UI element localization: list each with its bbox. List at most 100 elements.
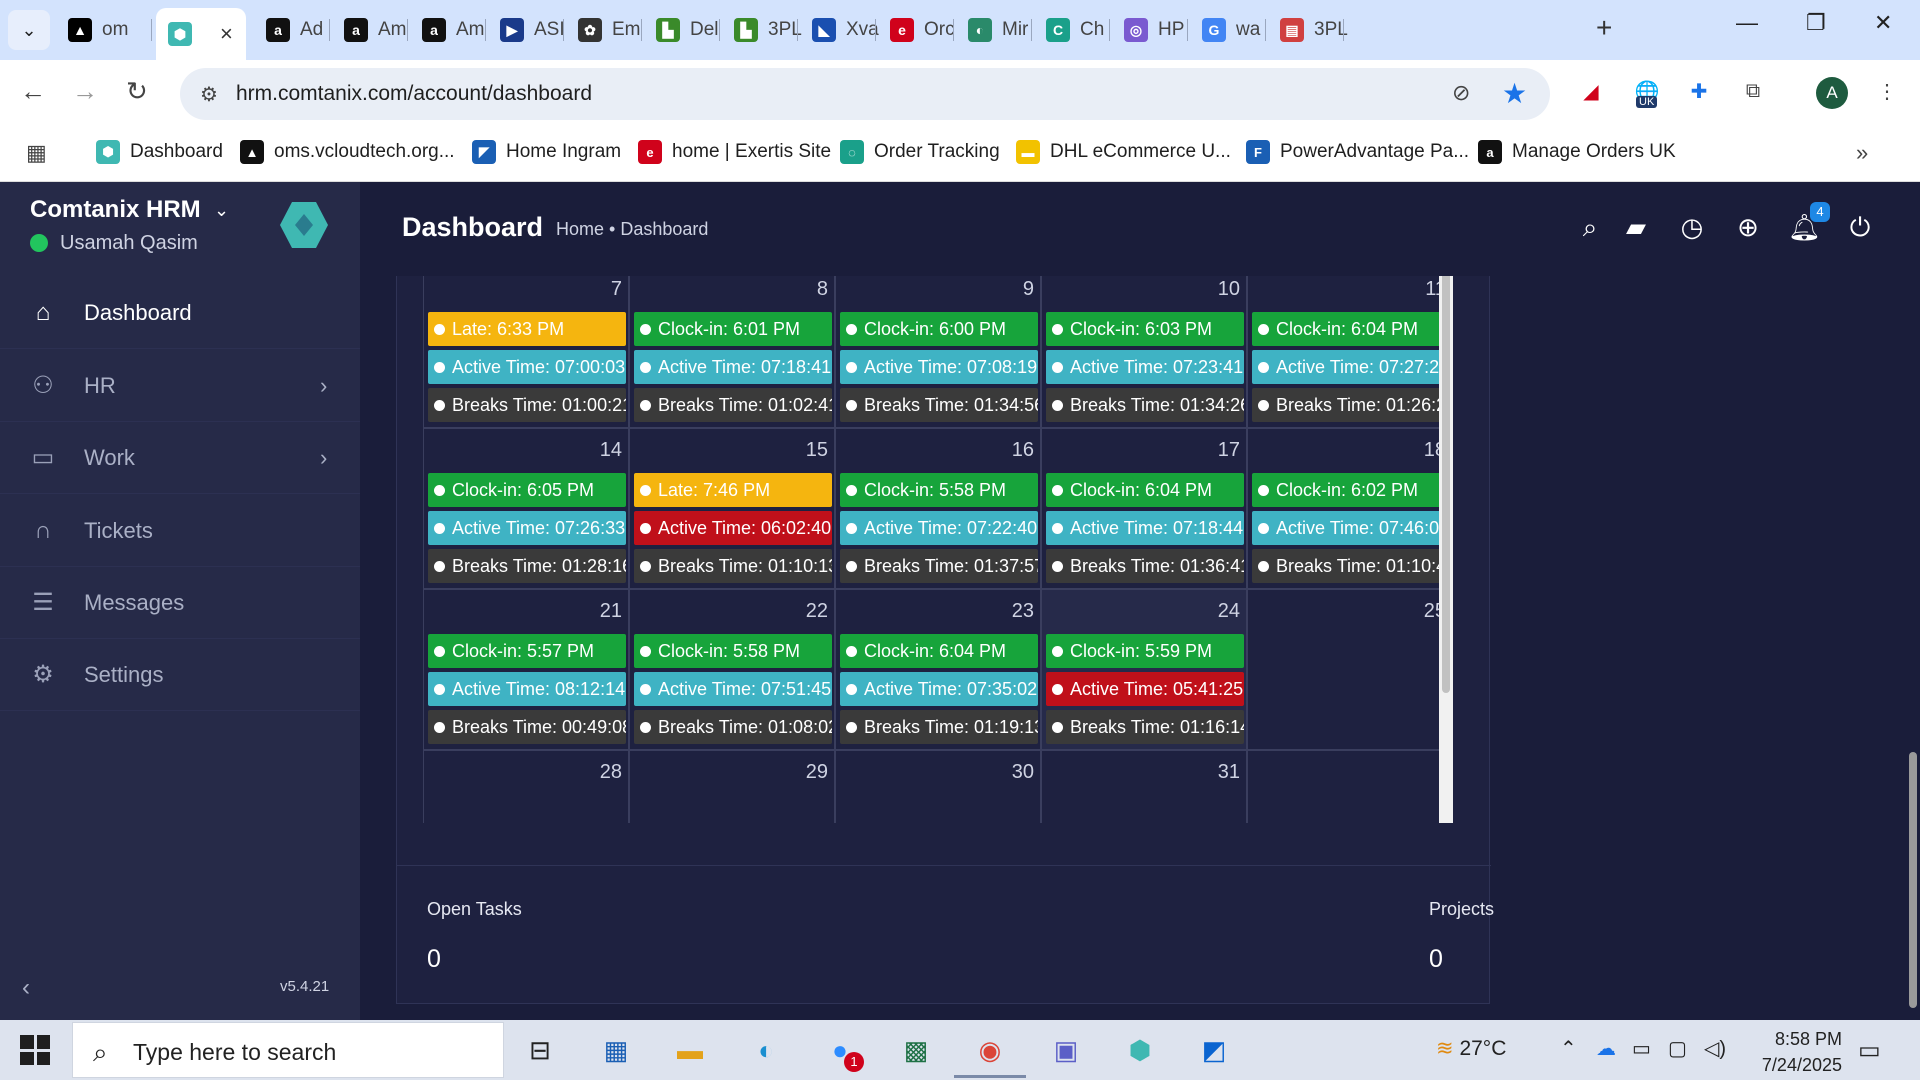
calendar-event[interactable]: Breaks Time: 01:37:57 xyxy=(840,549,1038,583)
calendar-event[interactable]: Clock-in: 6:02 PM xyxy=(1252,473,1450,507)
browser-tab[interactable]: a Am xyxy=(410,10,486,50)
calendar-event[interactable]: Active Time: 07:22:40 xyxy=(840,511,1038,545)
sidebar-item-dashboard[interactable]: ⌂ Dashboard xyxy=(0,277,360,349)
calendar-event[interactable]: Active Time: 07:08:19 xyxy=(840,350,1038,384)
day-number[interactable]: 14 xyxy=(600,439,622,462)
day-number[interactable]: 8 xyxy=(817,278,828,301)
calendar-day-cell[interactable]: 15 Late: 7:46 PM Active Time: 06:02:40 Brea… xyxy=(629,428,835,589)
calendar-event[interactable]: Clock-in: 5:57 PM xyxy=(428,634,626,668)
browser-tab[interactable]: e Orc xyxy=(878,10,955,50)
calendar-event[interactable]: Active Time: 06:02:40 xyxy=(634,511,832,545)
calendar-event[interactable]: Active Time: 07:46:0 xyxy=(1252,511,1450,545)
calendar-day-cell[interactable]: 25 xyxy=(1247,589,1453,750)
browser-tab[interactable]: ⬢ × xyxy=(156,8,246,60)
forward-icon[interactable]: → xyxy=(72,76,98,107)
calendar-day-cell[interactable] xyxy=(1247,750,1453,823)
outlook-icon[interactable]: ◩ xyxy=(1192,1028,1236,1072)
more-bookmarks-icon[interactable]: » xyxy=(1856,140,1868,166)
calendar-day-cell[interactable]: 14 Clock-in: 6:05 PM Active Time: 07:26:33… xyxy=(423,428,629,589)
profile-avatar[interactable]: A xyxy=(1816,77,1848,109)
comtanix-icon[interactable]: ⬢ xyxy=(1118,1028,1162,1072)
calendar-event[interactable]: Breaks Time: 01:36:41 xyxy=(1046,549,1244,583)
add-icon[interactable]: ⊕ xyxy=(1732,212,1764,243)
calendar-event[interactable]: Breaks Time: 01:34:56 xyxy=(840,388,1038,422)
calendar-event[interactable]: Active Time: 05:41:25 xyxy=(1046,672,1244,706)
calendar-event[interactable]: Breaks Time: 01:19:13 xyxy=(840,710,1038,744)
calendar-event[interactable]: Breaks Time: 01:10:4 xyxy=(1252,549,1450,583)
day-number[interactable]: 30 xyxy=(1012,761,1034,784)
bookmark-item[interactable]: e home | Exertis Site xyxy=(638,140,831,164)
calendar-event[interactable]: Active Time: 07:18:41 xyxy=(634,350,832,384)
calendar-event[interactable]: Active Time: 07:23:41 xyxy=(1046,350,1244,384)
day-number[interactable]: 24 xyxy=(1218,600,1240,623)
browser-tab[interactable]: ▲ om xyxy=(56,10,152,50)
calendar-event[interactable]: Clock-in: 6:03 PM xyxy=(1046,312,1244,346)
onedrive-icon[interactable]: ☁ xyxy=(1596,1036,1616,1061)
bookmark-item[interactable]: ▲ oms.vcloudtech.org... xyxy=(240,140,455,164)
calendar-day-cell[interactable]: 11 Clock-in: 6:04 PM Active Time: 07:27:2 B… xyxy=(1247,276,1453,428)
browser-tab[interactable]: a Am xyxy=(332,10,408,50)
bookmark-item[interactable]: ⬢ Dashboard xyxy=(96,140,223,164)
browser-tab[interactable]: ▶ ASI xyxy=(488,10,565,50)
day-number[interactable]: 23 xyxy=(1012,600,1034,623)
system-clock[interactable]: 8:58 PM 7/24/2025 xyxy=(1742,1026,1842,1078)
teams-icon[interactable]: ▣ xyxy=(1044,1028,1088,1072)
clock-icon[interactable]: ◷ xyxy=(1676,212,1708,243)
tray-overflow-icon[interactable]: ⌃ xyxy=(1560,1036,1577,1061)
calendar-event[interactable]: Active Time: 07:26:33 xyxy=(428,511,626,545)
site-info-icon[interactable]: ⚙ xyxy=(200,82,218,107)
zoom-icon[interactable]: ● 1 xyxy=(818,1028,864,1072)
task-view-icon[interactable]: ⊟ xyxy=(518,1028,562,1072)
calendar-event[interactable]: Clock-in: 6:04 PM xyxy=(1252,312,1450,346)
calendar-day-cell[interactable]: 28 xyxy=(423,750,629,823)
browser-tab[interactable]: ◎ HP xyxy=(1112,10,1188,50)
restore-icon[interactable]: ❐ xyxy=(1806,10,1826,36)
browser-tab[interactable]: ◣ Xva xyxy=(800,10,879,50)
calendar-event[interactable]: Clock-in: 6:05 PM xyxy=(428,473,626,507)
calendar-day-cell[interactable]: 18 Clock-in: 6:02 PM Active Time: 07:46:0 B… xyxy=(1247,428,1453,589)
calendar-event[interactable]: Breaks Time: 01:02:41 xyxy=(634,388,832,422)
address-bar[interactable]: ⚙ hrm.comtanix.com/account/dashboard ⊘ ★ xyxy=(180,68,1550,120)
day-number[interactable]: 29 xyxy=(806,761,828,784)
calendar-scroll-thumb[interactable] xyxy=(1442,276,1450,693)
close-window-icon[interactable]: ✕ xyxy=(1874,10,1892,36)
page-scrollbar[interactable] xyxy=(1906,182,1920,1020)
bookmark-item[interactable]: ◌ Order Tracking xyxy=(840,140,1000,164)
browser-tab[interactable]: a Ad xyxy=(254,10,330,50)
calendar-day-cell[interactable]: 31 xyxy=(1041,750,1247,823)
calendar-event[interactable]: Clock-in: 5:58 PM xyxy=(634,634,832,668)
edge-icon[interactable]: ◐ xyxy=(744,1028,788,1072)
calendar-day-cell[interactable]: 7 Late: 6:33 PM Active Time: 07:00:03 Break… xyxy=(423,276,629,428)
notifications-center-icon[interactable]: ▭ xyxy=(1858,1036,1881,1065)
calendar-day-cell[interactable]: 10 Clock-in: 6:03 PM Active Time: 07:23:41… xyxy=(1041,276,1247,428)
calendar-day-cell[interactable]: 24 Clock-in: 5:59 PM Active Time: 05:41:25… xyxy=(1041,589,1247,750)
puzzle-extension-icon[interactable]: ✚ xyxy=(1684,76,1714,106)
search-icon[interactable]: ⌕ xyxy=(1574,212,1606,244)
day-number[interactable]: 21 xyxy=(600,600,622,623)
notes-icon[interactable]: ▰ xyxy=(1620,212,1652,243)
bookmark-item[interactable]: ▬ DHL eCommerce U... xyxy=(1016,140,1231,164)
extensions-icon[interactable]: ⧉ xyxy=(1738,76,1768,106)
calendar-day-cell[interactable]: 17 Clock-in: 6:04 PM Active Time: 07:18:44… xyxy=(1041,428,1247,589)
close-tab-icon[interactable]: × xyxy=(220,21,233,47)
calendar-event[interactable]: Clock-in: 5:58 PM xyxy=(840,473,1038,507)
calculator-icon[interactable]: ▦ xyxy=(594,1028,638,1072)
sidebar-item-work[interactable]: ▭ Work › xyxy=(0,422,360,494)
bookmark-star-icon[interactable]: ★ xyxy=(1502,77,1527,110)
weather-widget[interactable]: ≋ 27°C xyxy=(1436,1036,1506,1061)
file-explorer-icon[interactable]: ▬ xyxy=(668,1028,712,1072)
back-icon[interactable]: ← xyxy=(20,76,46,107)
browser-tab[interactable]: C Ch xyxy=(1034,10,1110,50)
browser-tab[interactable]: ▙ Del xyxy=(644,10,720,50)
taskbar-search[interactable]: ⌕ Type here to search xyxy=(72,1022,504,1078)
day-number[interactable]: 10 xyxy=(1218,278,1240,301)
calendar-day-cell[interactable]: 8 Clock-in: 6:01 PM Active Time: 07:18:41 B… xyxy=(629,276,835,428)
calendar-event[interactable]: Active Time: 07:18:44 xyxy=(1046,511,1244,545)
calendar-day-cell[interactable]: 21 Clock-in: 5:57 PM Active Time: 08:12:14… xyxy=(423,589,629,750)
chrome-icon[interactable]: ◉ xyxy=(954,1028,1026,1078)
power-icon[interactable]: ⏻ xyxy=(1844,212,1876,244)
calendar-event[interactable]: Active Time: 07:00:03 xyxy=(428,350,626,384)
browser-tab[interactable]: ✿ Em xyxy=(566,10,642,50)
browser-tab[interactable]: ▙ 3PL xyxy=(722,10,802,50)
calendar-event[interactable]: Clock-in: 6:04 PM xyxy=(840,634,1038,668)
